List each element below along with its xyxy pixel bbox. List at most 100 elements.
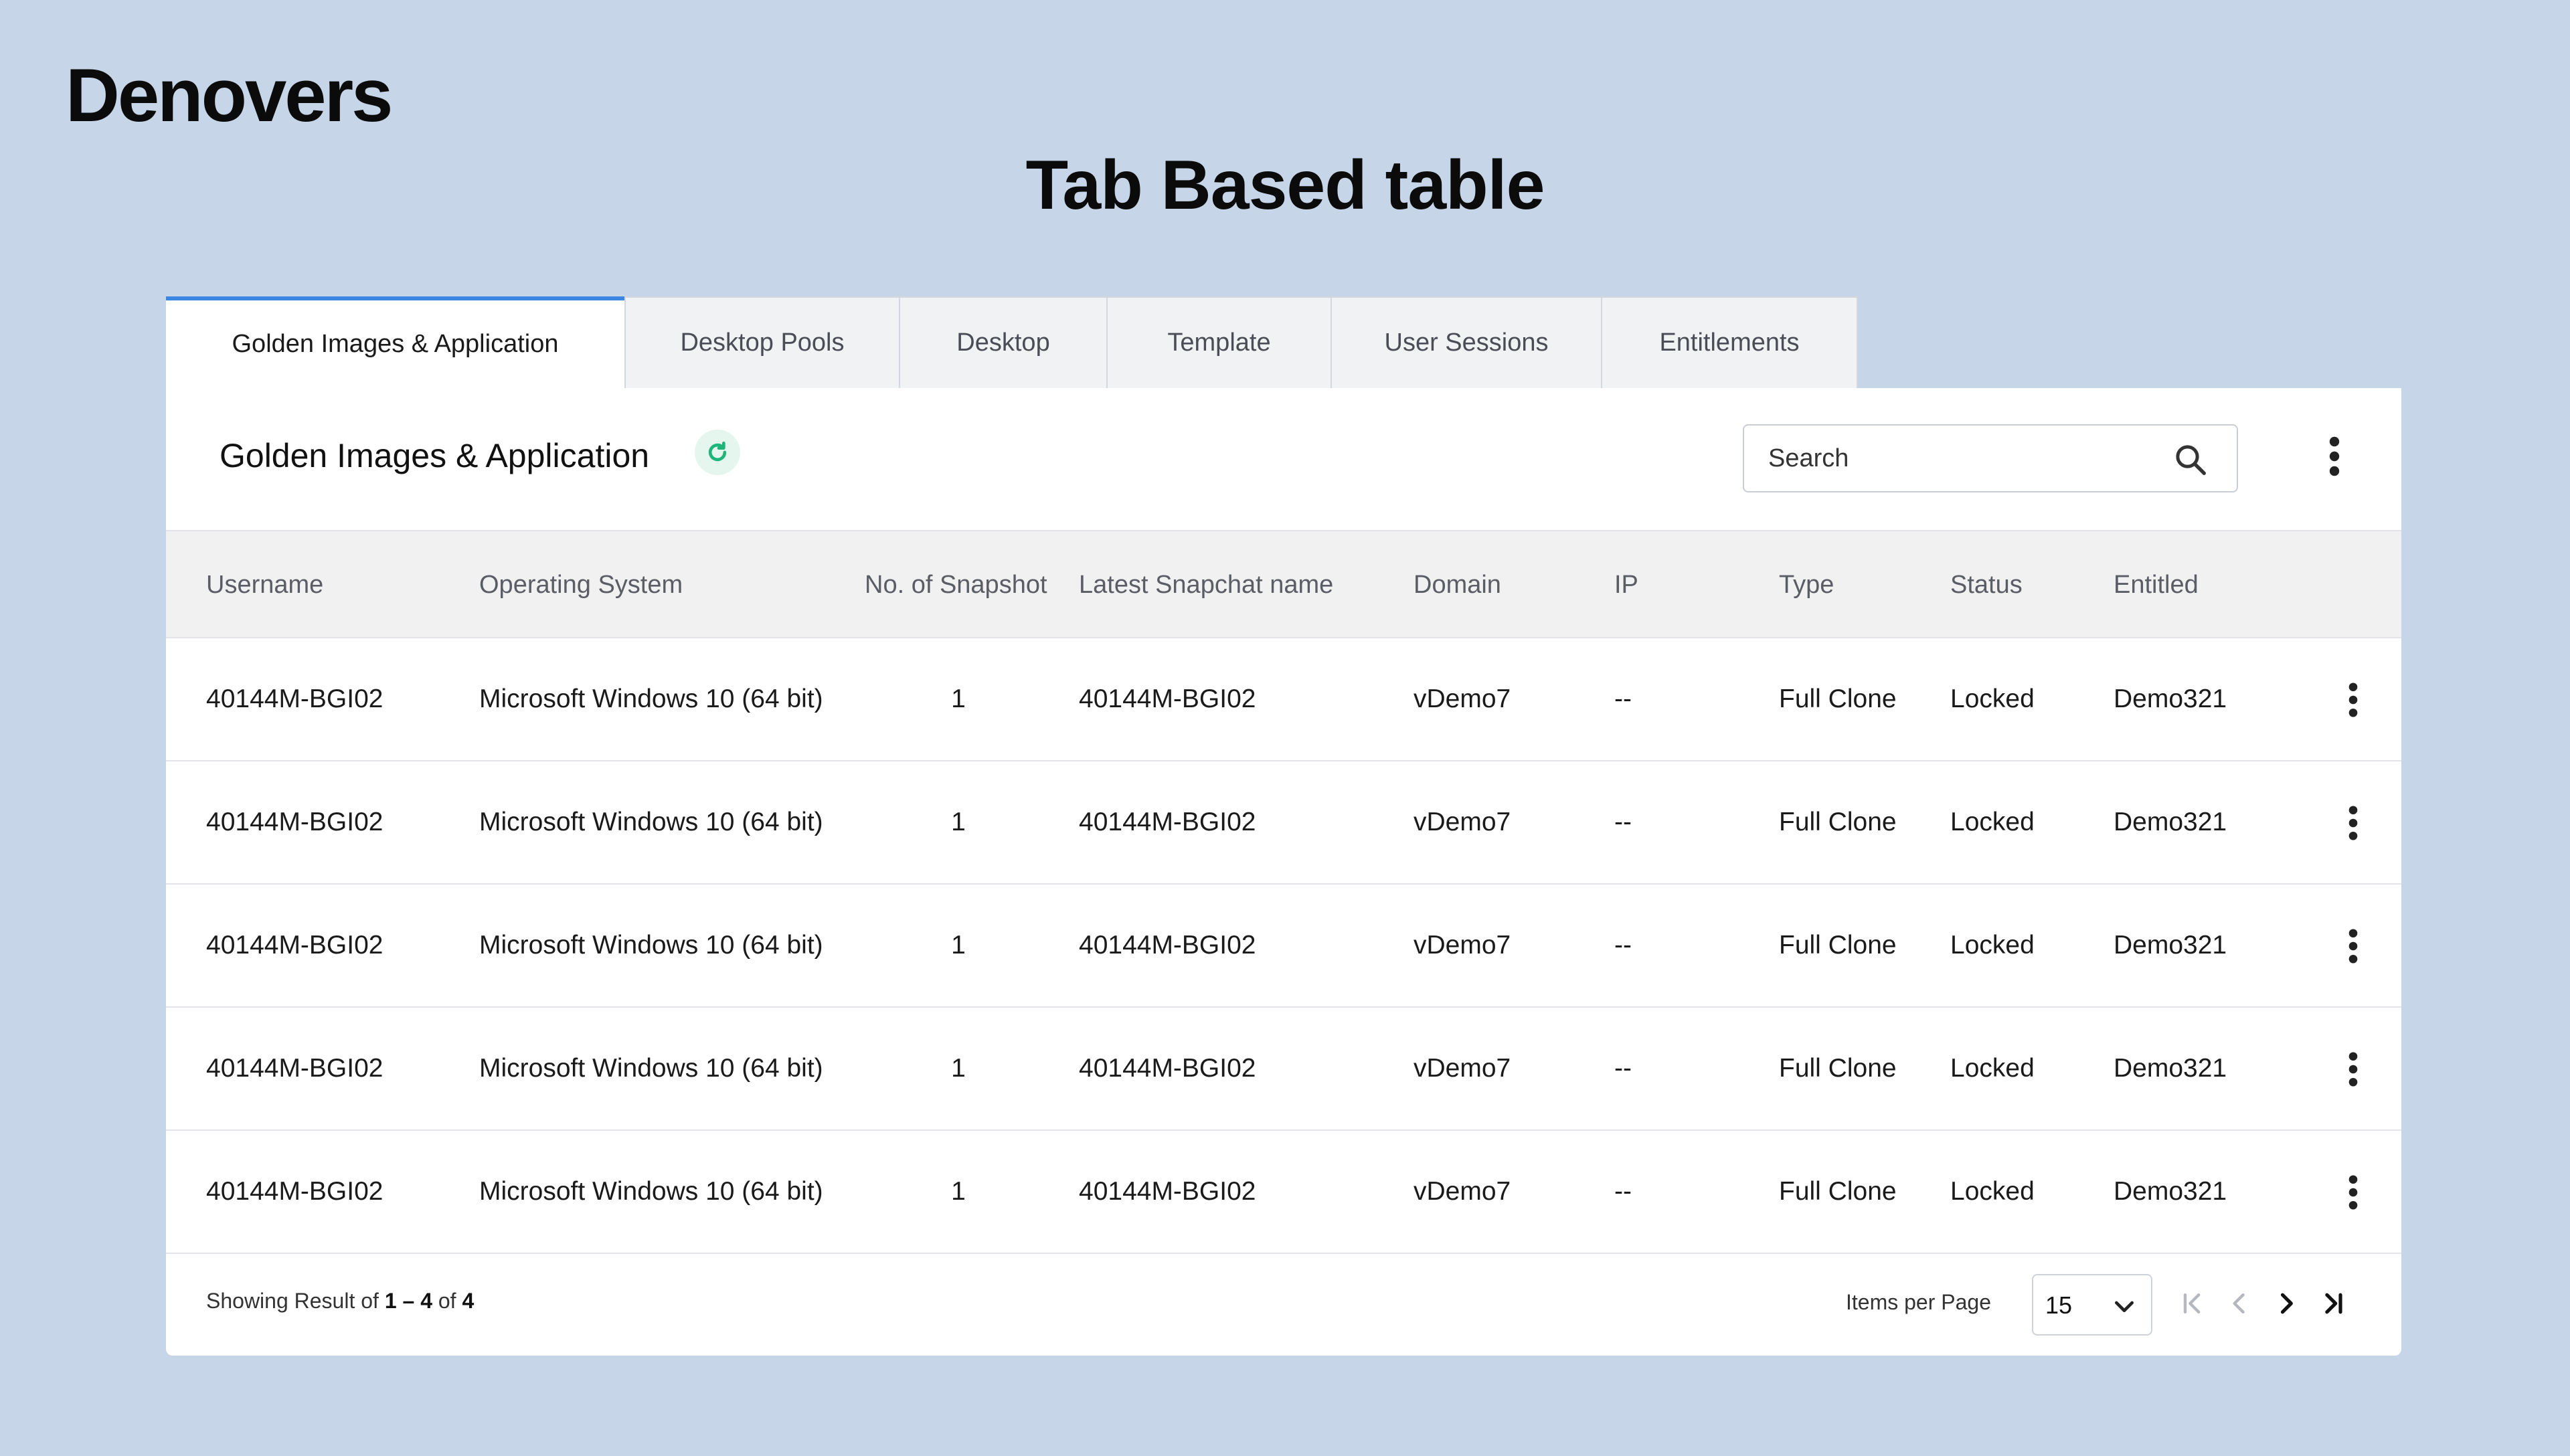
search-input[interactable]	[1768, 426, 2170, 491]
row-actions-button[interactable]	[2333, 1042, 2373, 1096]
cell-type: Full Clone	[1779, 1177, 1897, 1206]
cell-entitled: Demo321	[2114, 1054, 2227, 1083]
cell-snapshot-count: 1	[951, 808, 966, 836]
kebab-icon	[2329, 436, 2340, 476]
column-header-snapshot-count[interactable]: No. of Snapshot	[865, 531, 1047, 638]
kebab-icon	[2348, 1052, 2358, 1087]
result-prefix: Showing Result of	[206, 1289, 385, 1313]
first-page-button[interactable]	[2172, 1283, 2213, 1324]
brand-logo-text: Denovers	[66, 54, 393, 137]
tab-entitlements[interactable]: Entitlements	[1601, 296, 1858, 388]
cell-username: 40144M-BGI02	[206, 1054, 383, 1083]
chevron-down-icon	[2115, 1301, 2134, 1312]
column-header-entitled[interactable]: Entitled	[2114, 531, 2199, 638]
cell-status: Locked	[1950, 808, 2035, 836]
cell-domain: vDemo7	[1414, 1054, 1511, 1083]
tab-template[interactable]: Template	[1106, 296, 1332, 388]
column-header-domain[interactable]: Domain	[1414, 531, 1501, 638]
cell-latest-snapshot: 40144M-BGI02	[1079, 685, 1256, 713]
column-header-latest-snapshot[interactable]: Latest Snapchat name	[1079, 531, 1333, 638]
tab-golden-images[interactable]: Golden Images & Application	[166, 296, 626, 388]
chevron-right-icon	[2280, 1293, 2293, 1314]
cell-status: Locked	[1950, 931, 2035, 960]
cell-username: 40144M-BGI02	[206, 931, 383, 960]
previous-page-button[interactable]	[2219, 1283, 2259, 1324]
next-page-button[interactable]	[2266, 1283, 2306, 1324]
search-icon[interactable]	[2172, 442, 2209, 478]
tab-desktop-pools[interactable]: Desktop Pools	[624, 296, 900, 388]
cell-domain: vDemo7	[1414, 1177, 1511, 1206]
column-header-operating-system[interactable]: Operating System	[479, 531, 683, 638]
cell-latest-snapshot: 40144M-BGI02	[1079, 808, 1256, 836]
cell-domain: vDemo7	[1414, 808, 1511, 836]
more-options-button[interactable]	[2314, 430, 2354, 483]
result-range: 1 – 4	[384, 1289, 432, 1313]
items-per-page-label: Items per Page	[1846, 1290, 1991, 1314]
table-row[interactable]: 40144M-BGI02 Microsoft Windows 10 (64 bit…	[166, 1008, 2401, 1131]
row-actions-button[interactable]	[2333, 919, 2373, 973]
chevron-left-icon	[2233, 1293, 2245, 1314]
cell-status: Locked	[1950, 1054, 2035, 1083]
cell-entitled: Demo321	[2114, 1177, 2227, 1206]
cell-type: Full Clone	[1779, 808, 1897, 836]
cell-status: Locked	[1950, 1177, 2035, 1206]
cell-operating-system: Microsoft Windows 10 (64 bit)	[479, 1054, 823, 1083]
page-title: Tab Based table	[1025, 147, 1545, 224]
result-total: 4	[462, 1289, 475, 1313]
cell-username: 40144M-BGI02	[206, 808, 383, 836]
kebab-icon	[2348, 1175, 2358, 1210]
cell-ip: --	[1614, 1177, 1632, 1206]
tab-label: Desktop	[956, 329, 1050, 357]
cell-username: 40144M-BGI02	[206, 1177, 383, 1206]
table-row[interactable]: 40144M-BGI02 Microsoft Windows 10 (64 bit…	[166, 761, 2401, 885]
table-card: Golden Images & Application Username Ope…	[166, 388, 2401, 1356]
table-row[interactable]: 40144M-BGI02 Microsoft Windows 10 (64 bit…	[166, 638, 2401, 761]
last-page-icon	[2325, 1293, 2342, 1314]
cell-latest-snapshot: 40144M-BGI02	[1079, 931, 1256, 960]
cell-domain: vDemo7	[1414, 931, 1511, 960]
tab-user-sessions[interactable]: User Sessions	[1331, 296, 1602, 388]
tab-desktop[interactable]: Desktop	[899, 296, 1108, 388]
table-footer: Showing Result of 1 – 4 of 4 Items per P…	[166, 1254, 2401, 1356]
cell-ip: --	[1614, 685, 1632, 713]
cell-operating-system: Microsoft Windows 10 (64 bit)	[479, 808, 823, 836]
table-header-row: Username Operating System No. of Snapsho…	[166, 530, 2401, 638]
kebab-icon	[2348, 682, 2358, 717]
cell-operating-system: Microsoft Windows 10 (64 bit)	[479, 1177, 823, 1206]
items-per-page-select[interactable]: 15	[2032, 1274, 2152, 1336]
cell-entitled: Demo321	[2114, 808, 2227, 836]
row-actions-button[interactable]	[2333, 1166, 2373, 1219]
cell-snapshot-count: 1	[951, 685, 966, 713]
column-header-username[interactable]: Username	[206, 531, 323, 638]
row-actions-button[interactable]	[2333, 673, 2373, 727]
first-page-icon	[2183, 1293, 2201, 1314]
items-per-page-value: 15	[2045, 1291, 2073, 1319]
table-row[interactable]: 40144M-BGI02 Microsoft Windows 10 (64 bit…	[166, 885, 2401, 1008]
search-box	[1743, 424, 2238, 492]
cell-latest-snapshot: 40144M-BGI02	[1079, 1177, 1256, 1206]
column-header-ip[interactable]: IP	[1614, 531, 1638, 638]
cell-snapshot-count: 1	[951, 1177, 966, 1206]
last-page-button[interactable]	[2313, 1283, 2353, 1324]
refresh-icon	[708, 442, 727, 462]
cell-ip: --	[1614, 1054, 1632, 1083]
column-header-type[interactable]: Type	[1779, 531, 1834, 638]
table-row[interactable]: 40144M-BGI02 Microsoft Windows 10 (64 bit…	[166, 1131, 2401, 1254]
refresh-button[interactable]	[695, 430, 740, 475]
cell-ip: --	[1614, 808, 1632, 836]
column-header-status[interactable]: Status	[1950, 531, 2023, 638]
tab-label: Desktop Pools	[680, 329, 845, 357]
cell-status: Locked	[1950, 685, 2035, 713]
cell-ip: --	[1614, 931, 1632, 960]
cell-snapshot-count: 1	[951, 931, 966, 960]
row-actions-button[interactable]	[2333, 796, 2373, 850]
cell-operating-system: Microsoft Windows 10 (64 bit)	[479, 931, 823, 960]
kebab-icon	[2348, 929, 2358, 964]
result-of: of	[432, 1289, 462, 1313]
cell-domain: vDemo7	[1414, 685, 1511, 713]
card-header: Golden Images & Application	[166, 388, 2401, 530]
kebab-icon	[2348, 806, 2358, 840]
tab-label: Entitlements	[1659, 329, 1800, 357]
cell-username: 40144M-BGI02	[206, 685, 383, 713]
cell-entitled: Demo321	[2114, 685, 2227, 713]
